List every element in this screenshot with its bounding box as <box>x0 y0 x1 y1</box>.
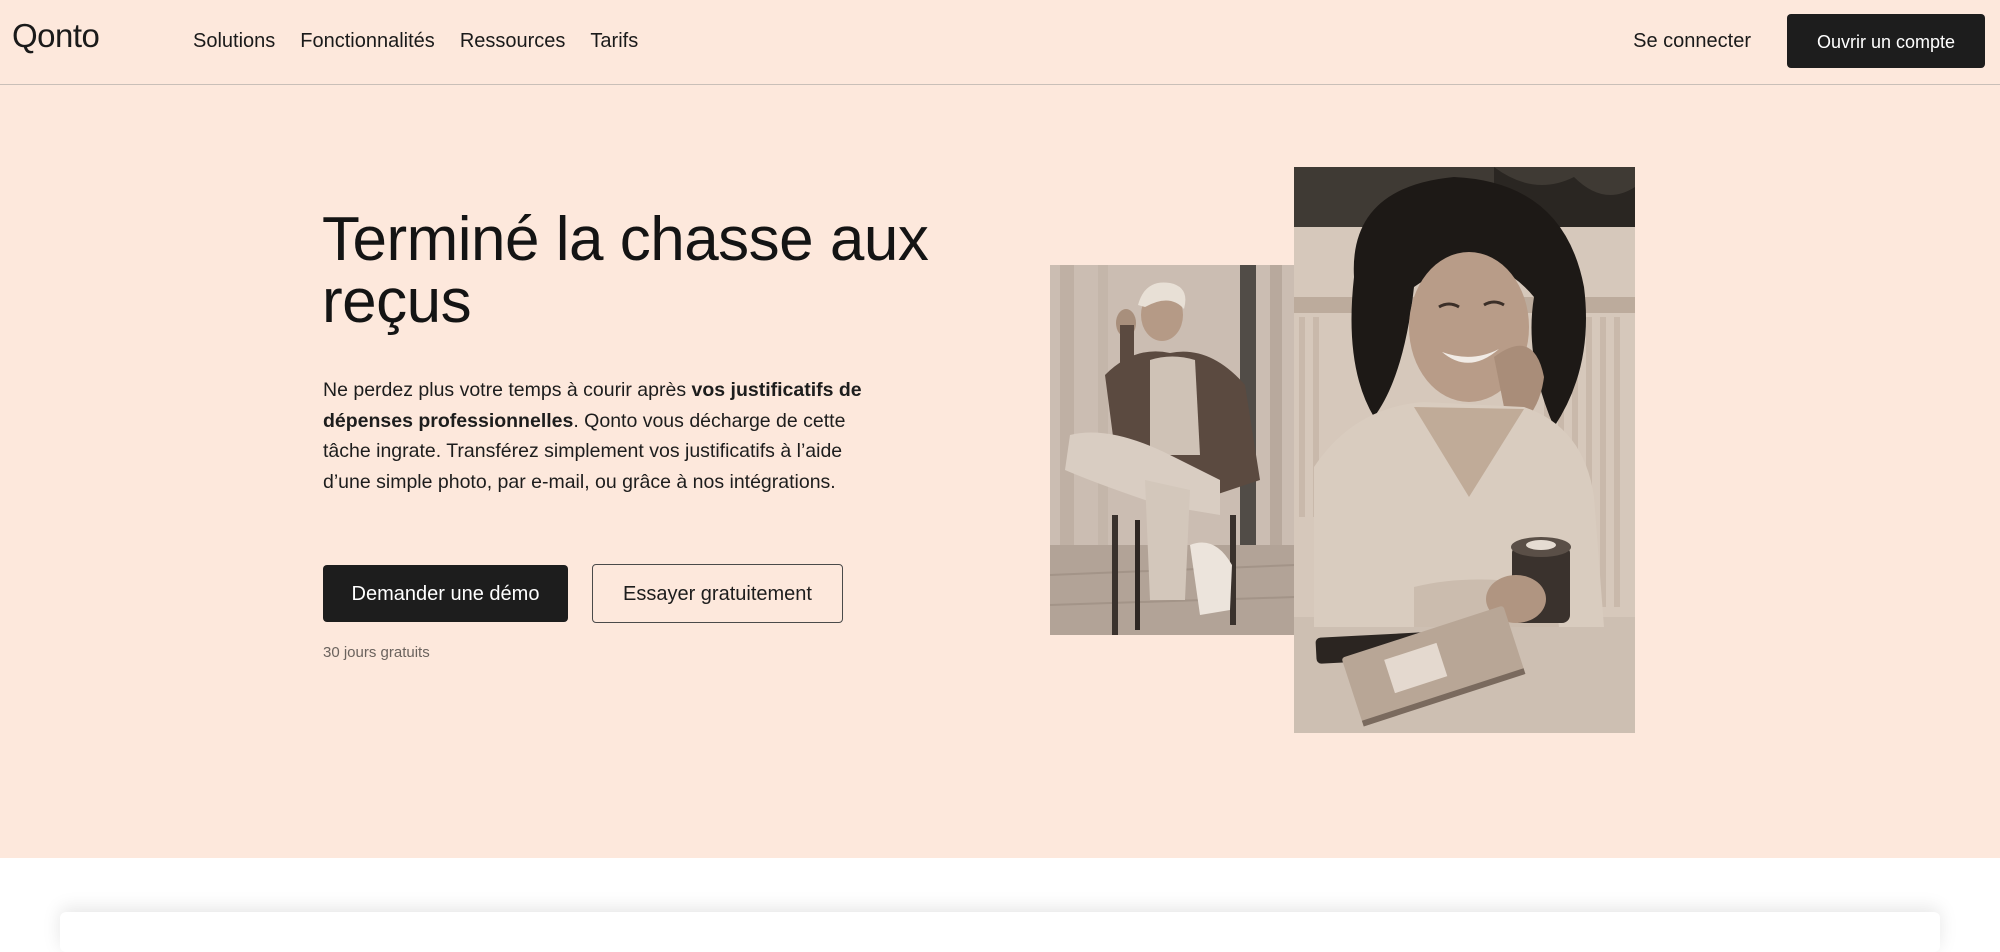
hero-title-line-2: reçus <box>322 267 472 336</box>
site-header: Qonto Solutions Fonctionnalités Ressourc… <box>0 0 2000 85</box>
photo-smiling-woman-illustration <box>1294 167 1635 733</box>
hero-description-part-1: Ne perdez plus votre temps à courir aprè… <box>323 379 692 401</box>
hero-section: Terminé la chasse aux reçus Ne perdez pl… <box>0 85 2000 858</box>
nav-item-ressources[interactable]: Ressources <box>460 26 566 56</box>
trial-note: 30 jours gratuits <box>323 644 430 661</box>
hero-title: Terminé la chasse aux reçus <box>322 209 1022 333</box>
next-section <box>0 858 2000 952</box>
open-account-button[interactable]: Ouvrir un compte <box>1787 14 1985 68</box>
qonto-logo[interactable]: Qonto <box>12 14 100 58</box>
photo-seated-man-illustration <box>1050 265 1295 635</box>
hero-description: Ne perdez plus votre temps à courir aprè… <box>323 375 863 497</box>
next-section-card <box>60 912 1940 952</box>
hero-title-line-1: Terminé la chasse aux <box>322 205 929 274</box>
free-trial-button[interactable]: Essayer gratuitement <box>592 564 843 623</box>
nav-item-solutions[interactable]: Solutions <box>193 26 275 56</box>
main-nav: Solutions Fonctionnalités Ressources Tar… <box>193 26 663 56</box>
nav-item-tarifs[interactable]: Tarifs <box>590 26 638 56</box>
login-link[interactable]: Se connecter <box>1633 26 1751 56</box>
photo-smiling-woman <box>1294 167 1635 733</box>
photo-seated-man <box>1050 265 1295 635</box>
request-demo-button[interactable]: Demander une démo <box>323 565 568 622</box>
nav-item-fonctionnalites[interactable]: Fonctionnalités <box>300 26 435 56</box>
